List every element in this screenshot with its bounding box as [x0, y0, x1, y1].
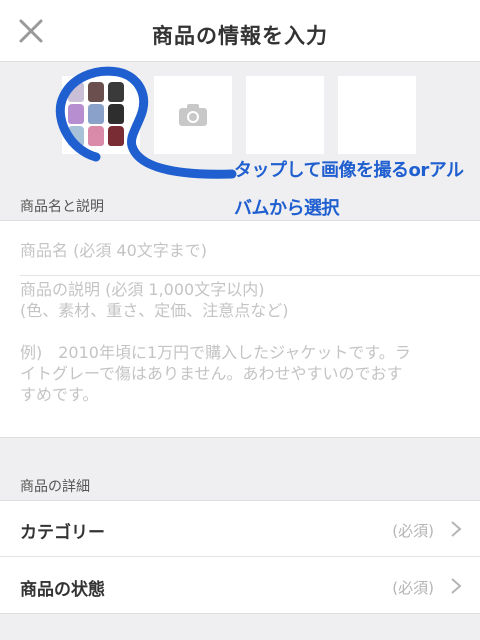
section-label-detail: 商品の詳細 — [20, 479, 90, 495]
photo-slot-empty[interactable] — [338, 76, 416, 154]
photo-slot-thumbnail[interactable] — [62, 76, 140, 154]
photo-slot-camera[interactable] — [154, 76, 232, 154]
category-row[interactable]: カテゴリー (必須) — [0, 501, 480, 557]
detail-panel: カテゴリー (必須) 商品の状態 (必須) — [0, 500, 480, 614]
row-label: 商品の状態 — [20, 580, 105, 600]
condition-row[interactable]: 商品の状態 (必須) — [0, 558, 480, 614]
bag-thumbnail-image — [66, 80, 136, 150]
chevron-right-icon — [451, 521, 462, 537]
desc-line: (色、素材、重さ、定価、注意点など) — [20, 301, 289, 320]
top-nav-bar: 商品の情報を入力 — [0, 0, 480, 62]
desc-line: イトグレーで傷はありません。あわせやすいのでおす — [20, 364, 403, 383]
item-name-input[interactable]: 商品名 (必須 40文字まで) — [20, 221, 480, 276]
row-label: カテゴリー — [20, 523, 105, 543]
name-description-panel: 商品名 (必須 40文字まで) 商品の説明 (必須 1,000文字以内) (色、… — [0, 220, 480, 438]
photo-slot-empty[interactable] — [246, 76, 324, 154]
annotation-text: タップして画像を撮るorアル — [234, 160, 464, 181]
chevron-right-icon — [451, 578, 462, 594]
desc-line: 例) 2010年頃に1万円で購入したジャケットです。ラ — [20, 343, 411, 362]
desc-line: 商品の説明 (必須 1,000文字以内) — [20, 280, 265, 299]
camera-icon — [179, 104, 207, 126]
annotation-text: バムから選択 — [234, 198, 340, 219]
page-title: 商品の情報を入力 — [152, 24, 328, 48]
item-description-input[interactable]: 商品の説明 (必須 1,000文字以内) (色、素材、重さ、定価、注意点など) … — [20, 279, 460, 405]
required-badge: (必須) — [392, 522, 434, 540]
section-label-name: 商品名と説明 — [20, 199, 104, 215]
desc-line: すめです。 — [20, 385, 99, 404]
required-badge: (必須) — [392, 579, 434, 597]
